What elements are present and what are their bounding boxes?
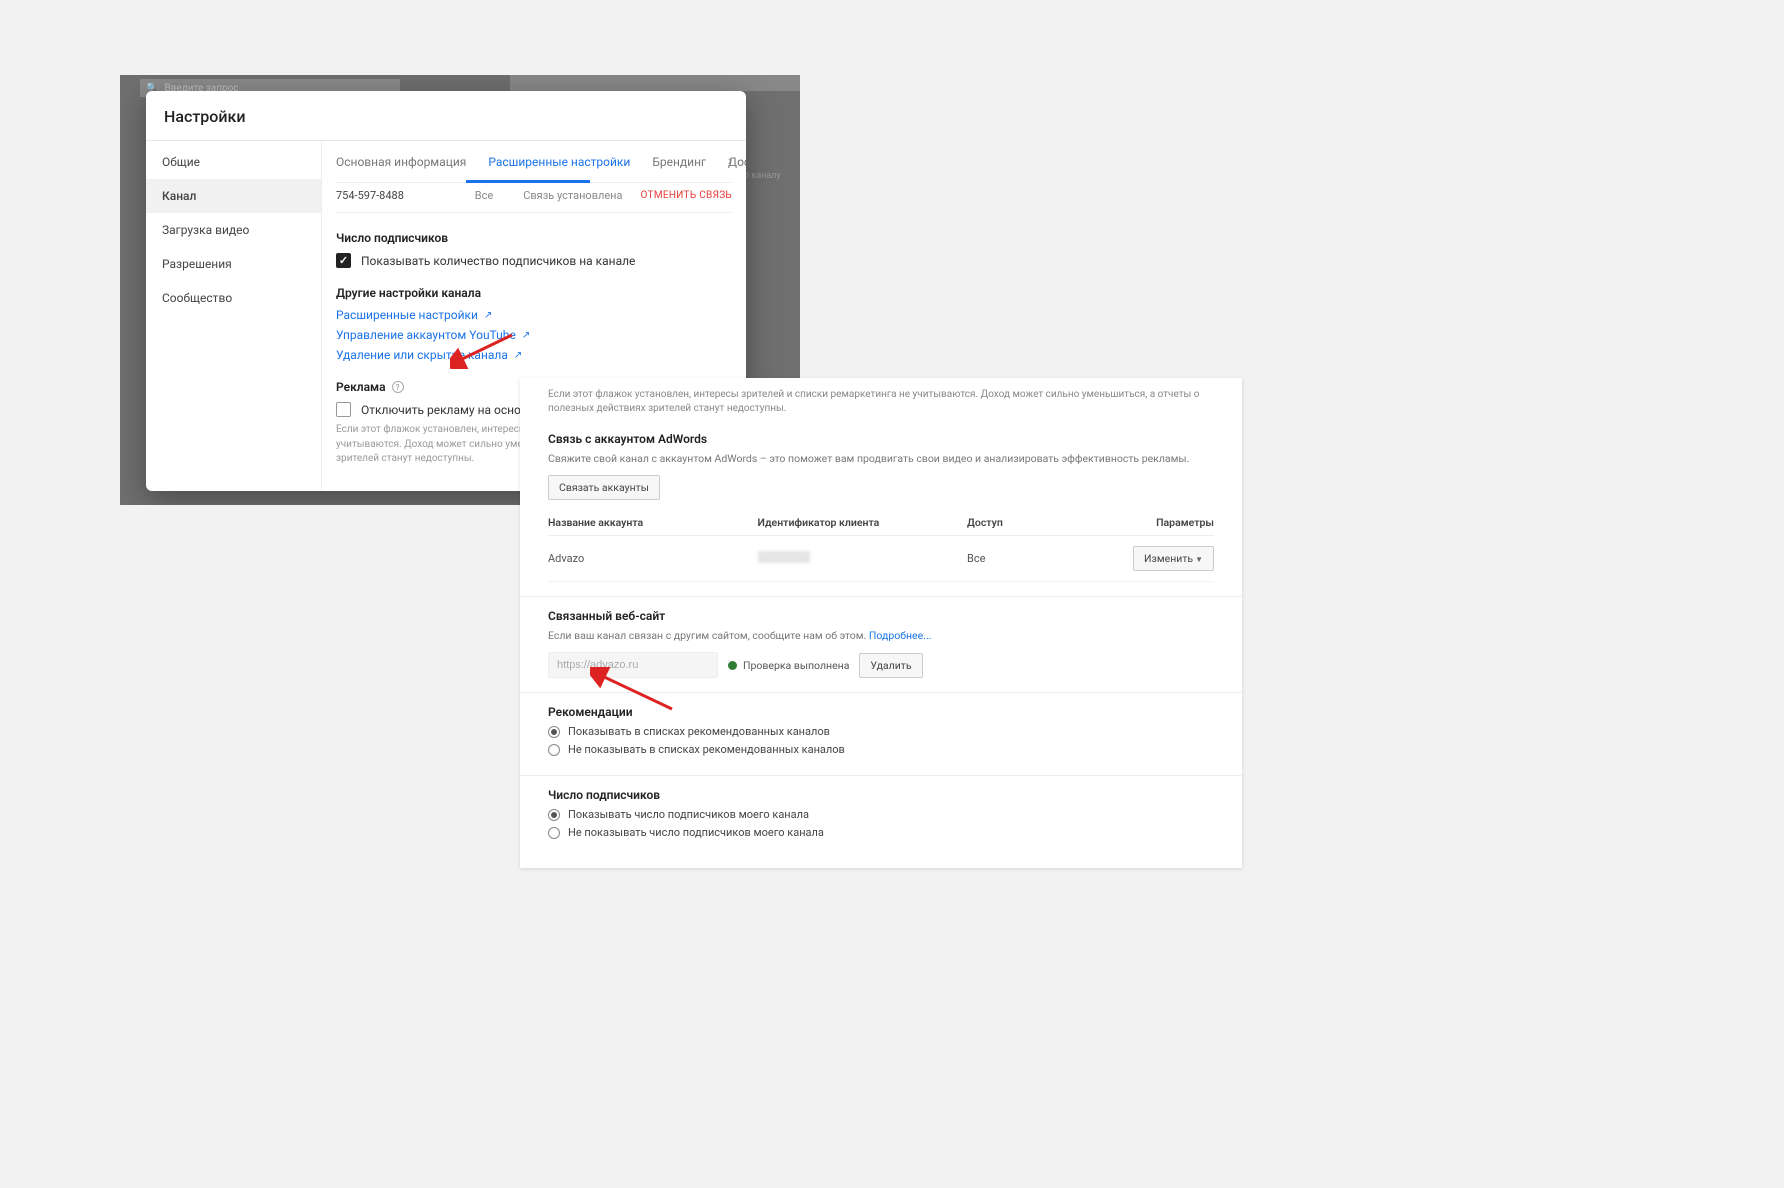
subs-opt-show[interactable]: Показывать число подписчиков моего канал…	[548, 808, 1214, 821]
subs-opt-hide[interactable]: Не показывать число подписчиков моего ка…	[548, 826, 1214, 839]
radio-checked-icon[interactable]	[548, 726, 560, 738]
unlink-button[interactable]: ОТМЕНИТЬ СВЯЗЬ	[641, 190, 733, 201]
row-client-id-blurred	[758, 551, 958, 566]
bg-right-faint-text: о каналу	[744, 165, 794, 188]
radio-checked-icon[interactable]	[548, 809, 560, 821]
adwords-title: Связь с аккаунтом AdWords	[548, 432, 1214, 446]
help-icon[interactable]: ?	[392, 381, 404, 393]
website-url-input[interactable]	[548, 652, 718, 678]
modal-title: Настройки	[146, 91, 746, 141]
row-account-name: Advazo	[548, 552, 748, 565]
learn-more-link[interactable]: Подробнее...	[869, 629, 932, 642]
green-dot-icon	[728, 661, 737, 670]
delete-website-button[interactable]: Удалить	[859, 653, 922, 678]
reco-opt-hide[interactable]: Не показывать в списках рекомендованных …	[548, 743, 1214, 756]
adwords-desc: Свяжите свой канал с аккаунтом AdWords –…	[548, 452, 1214, 465]
subs-opt2-label: Не показывать число подписчиков моего ка…	[568, 826, 824, 839]
checkbox-checked-icon[interactable]: ✓	[336, 253, 351, 268]
adwords-table-row: Advazo Все Изменить	[548, 536, 1214, 582]
sidenav-permissions[interactable]: Разрешения	[146, 247, 321, 281]
other-title: Другие настройки канала	[336, 286, 732, 300]
recommendations-section: Рекомендации Показывать в списках рекоме…	[520, 693, 1242, 776]
adwords-table-header: Название аккаунта Идентификатор клиента …	[548, 510, 1214, 536]
reco-opt-show[interactable]: Показывать в списках рекомендованных кан…	[548, 725, 1214, 738]
tab-branding[interactable]: Брендинг	[652, 155, 706, 169]
sidenav-general[interactable]: Общие	[146, 145, 321, 179]
website-section: Связанный веб-сайт Если ваш канал связан…	[520, 597, 1242, 693]
reco-opt2-label: Не показывать в списках рекомендованных …	[568, 743, 845, 756]
col-access: Доступ	[967, 516, 1092, 529]
ads-title-text: Реклама	[336, 380, 386, 394]
reco-title: Рекомендации	[548, 705, 1214, 719]
phone-number: 754-597-8488	[336, 189, 404, 202]
verify-status: Проверка выполнена	[728, 659, 849, 672]
modal-sidenav: Общие Канал Загрузка видео Разрешения Со…	[146, 141, 322, 491]
link-accounts-button[interactable]: Связать аккаунты	[548, 475, 660, 500]
top-notice: Если этот флажок установлен, интересы зр…	[520, 378, 1242, 420]
subs-checkbox-label: Показывать количество подписчиков на кан…	[361, 254, 635, 268]
subs2-title: Число подписчиков	[548, 788, 1214, 802]
reco-opt1-label: Показывать в списках рекомендованных кан…	[568, 725, 830, 738]
col-client-id: Идентификатор клиента	[758, 516, 958, 529]
adwords-section: Связь с аккаунтом AdWords Свяжите свой к…	[520, 420, 1242, 597]
delete-hide-channel-link[interactable]: Удаление или скрытие канала ↗	[336, 348, 732, 362]
sidenav-community[interactable]: Сообщество	[146, 281, 321, 315]
advanced-settings-link[interactable]: Расширенные настройки ↗	[336, 308, 732, 322]
external-link-icon: ↗	[514, 350, 522, 361]
checkbox-unchecked-icon[interactable]	[336, 402, 351, 417]
bg-top-strip	[510, 75, 800, 91]
subscribers-count-section: Число подписчиков Показывать число подпи…	[520, 776, 1242, 858]
tab-advanced[interactable]: Расширенные настройки	[488, 155, 630, 169]
link-text: Удаление или скрытие канала	[336, 348, 508, 362]
website-desc-text: Если ваш канал связан с другим сайтом, с…	[548, 629, 869, 642]
subs-title: Число подписчиков	[336, 231, 732, 245]
row-access: Все	[967, 552, 1092, 565]
tab-basic[interactable]: Основная информация	[336, 155, 466, 169]
col-params: Параметры	[1102, 516, 1214, 529]
chevron-right-icon[interactable]: ›	[728, 153, 732, 169]
row-status: Связь установлена	[523, 189, 622, 202]
radio-unchecked-icon[interactable]	[548, 827, 560, 839]
external-link-icon: ↗	[484, 310, 492, 321]
edit-dropdown-button[interactable]: Изменить	[1133, 546, 1214, 571]
subs-opt1-label: Показывать число подписчиков моего канал…	[568, 808, 809, 821]
website-title: Связанный веб-сайт	[548, 609, 1214, 623]
external-link-icon: ↗	[522, 330, 530, 341]
modal-tabs: Основная информация Расширенные настройк…	[336, 141, 732, 183]
subs-checkbox-row[interactable]: ✓ Показывать количество подписчиков на к…	[336, 253, 732, 268]
sidenav-upload[interactable]: Загрузка видео	[146, 213, 321, 247]
radio-unchecked-icon[interactable]	[548, 744, 560, 756]
screenshot-advanced-page: Если этот флажок установлен, интересы зр…	[520, 378, 1242, 868]
link-text: Управление аккаунтом YouTube	[336, 328, 516, 342]
linked-number-row: 754-597-8488 Все Связь установлена ОТМЕН…	[336, 183, 732, 213]
manage-youtube-link[interactable]: Управление аккаунтом YouTube ↗	[336, 328, 732, 342]
col-account-name: Название аккаунта	[548, 516, 748, 529]
verify-text: Проверка выполнена	[743, 659, 849, 672]
website-desc: Если ваш канал связан с другим сайтом, с…	[548, 629, 1214, 642]
sidenav-channel[interactable]: Канал	[146, 179, 321, 213]
row-scope: Все	[475, 189, 493, 202]
link-text: Расширенные настройки	[336, 308, 478, 322]
